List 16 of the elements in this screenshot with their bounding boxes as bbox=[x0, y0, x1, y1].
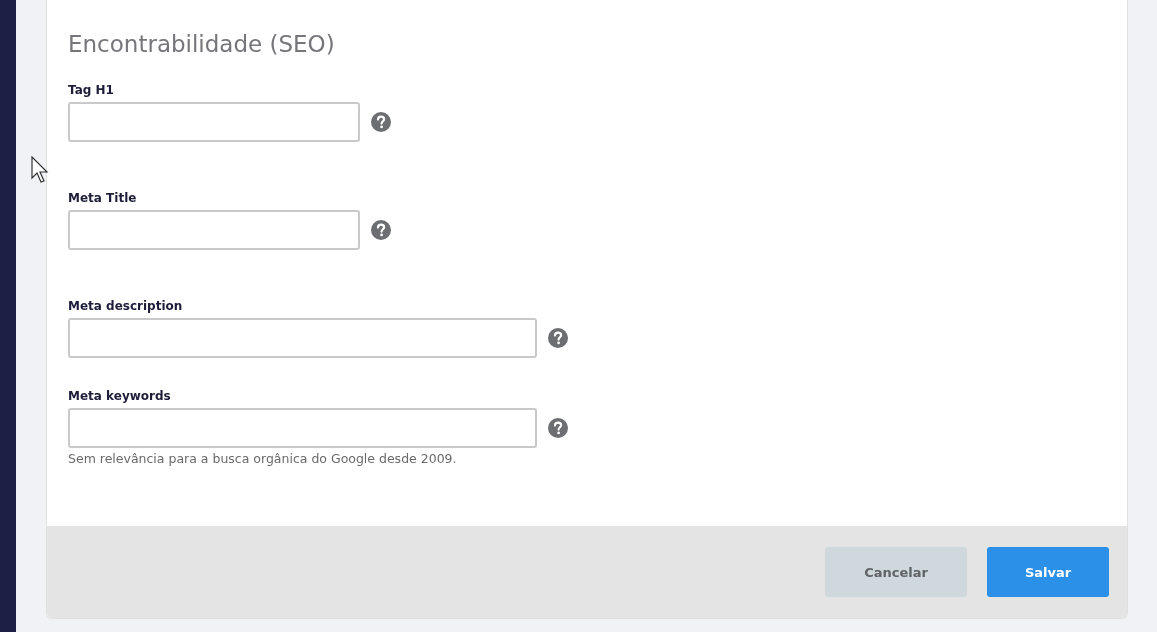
help-icon[interactable] bbox=[548, 328, 568, 348]
help-icon[interactable] bbox=[371, 112, 391, 132]
input-field[interactable] bbox=[68, 408, 537, 448]
input-field[interactable] bbox=[68, 318, 537, 358]
field-hint: Sem relevância para a busca orgânica do Google desde 2009. bbox=[68, 451, 458, 466]
field-label: Meta keywords bbox=[68, 389, 172, 403]
input-field[interactable] bbox=[68, 102, 360, 142]
help-icon[interactable] bbox=[548, 418, 568, 438]
section-title: Encontrabilidade (SEO) bbox=[68, 31, 336, 57]
field-label: Tag H1 bbox=[68, 83, 115, 97]
field-label: Meta Title bbox=[68, 191, 138, 205]
input-field[interactable] bbox=[68, 210, 360, 250]
cancel-button[interactable]: Cancelar bbox=[825, 547, 967, 597]
save-button[interactable]: Salvar bbox=[987, 547, 1109, 597]
field-label: Meta description bbox=[68, 299, 184, 313]
help-icon[interactable] bbox=[371, 220, 391, 240]
